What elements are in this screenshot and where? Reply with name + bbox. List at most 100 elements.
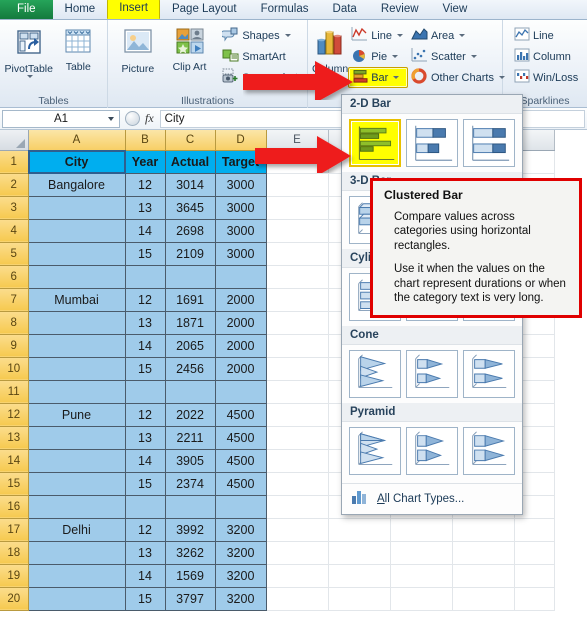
cell-b17[interactable]: 12: [125, 518, 166, 542]
cell-b20[interactable]: 15: [125, 587, 166, 611]
cell-d18[interactable]: 3200: [215, 541, 267, 565]
cell-c15[interactable]: 2374: [165, 472, 216, 496]
cell-e9[interactable]: [266, 334, 329, 358]
cell-g19[interactable]: [390, 564, 453, 588]
scatter-chart-chevron-down-icon[interactable]: [470, 55, 477, 58]
tab-review[interactable]: Review: [369, 0, 431, 19]
shapes-chevron-down-icon[interactable]: [284, 34, 291, 37]
cell-d10[interactable]: 2000: [215, 357, 267, 381]
cell-b3[interactable]: 13: [125, 196, 166, 220]
row-header-15[interactable]: 15: [0, 472, 29, 496]
cell-e4[interactable]: [266, 219, 329, 243]
cell-a14[interactable]: [28, 449, 126, 473]
cell-h17[interactable]: [452, 518, 515, 542]
row-header-12[interactable]: 12: [0, 403, 29, 427]
cell-b8[interactable]: 13: [125, 311, 166, 335]
row-header-16[interactable]: 16: [0, 495, 29, 519]
cell-c16[interactable]: [165, 495, 216, 519]
gallery-item-clustered-cone[interactable]: [349, 350, 401, 398]
cell-c17[interactable]: 3992: [165, 518, 216, 542]
cell-a4[interactable]: [28, 219, 126, 243]
column-header-c[interactable]: C: [165, 130, 216, 151]
cell-g17[interactable]: [390, 518, 453, 542]
cell-e11[interactable]: [266, 380, 329, 404]
tab-insert[interactable]: Insert: [107, 0, 160, 19]
pie-chart-chevron-down-icon[interactable]: [392, 55, 399, 58]
gallery-item-100-stacked-bar[interactable]: [463, 119, 515, 167]
cell-b11[interactable]: [125, 380, 166, 404]
cell-b13[interactable]: 13: [125, 426, 166, 450]
cell-c6[interactable]: [165, 265, 216, 289]
tab-home[interactable]: Home: [53, 0, 108, 19]
pivottable-button[interactable]: PivotTable: [4, 23, 54, 78]
cell-e19[interactable]: [266, 564, 329, 588]
bar-chart-chevron-down-icon[interactable]: [393, 76, 400, 79]
row-header-9[interactable]: 9: [0, 334, 29, 358]
cell-a10[interactable]: [28, 357, 126, 381]
cell-g20[interactable]: [390, 587, 453, 611]
cell-a5[interactable]: [28, 242, 126, 266]
gallery-item-clustered-pyramid[interactable]: [349, 427, 401, 475]
cell-b16[interactable]: [125, 495, 166, 519]
row-header-17[interactable]: 17: [0, 518, 29, 542]
cell-d14[interactable]: 4500: [215, 449, 267, 473]
scatter-chart-button[interactable]: Scatter: [408, 46, 510, 67]
tab-view[interactable]: View: [431, 0, 480, 19]
cell-e16[interactable]: [266, 495, 329, 519]
row-header-10[interactable]: 10: [0, 357, 29, 381]
column-header-a[interactable]: A: [28, 130, 126, 151]
cell-a9[interactable]: [28, 334, 126, 358]
cell-d3[interactable]: 3000: [215, 196, 267, 220]
cell-c9[interactable]: 2065: [165, 334, 216, 358]
cell-d4[interactable]: 3000: [215, 219, 267, 243]
cell-c10[interactable]: 2456: [165, 357, 216, 381]
cell-e2[interactable]: [266, 173, 329, 197]
cell-d20[interactable]: 3200: [215, 587, 267, 611]
clipart-button[interactable]: Clip Art: [164, 23, 216, 73]
cell-f17[interactable]: [328, 518, 391, 542]
cell-b10[interactable]: 15: [125, 357, 166, 381]
cell-a15[interactable]: [28, 472, 126, 496]
cell-i19[interactable]: [514, 564, 555, 588]
gallery-item-stacked-bar[interactable]: [406, 119, 458, 167]
cell-a2[interactable]: Bangalore: [28, 173, 126, 197]
cell-a19[interactable]: [28, 564, 126, 588]
cell-e7[interactable]: [266, 288, 329, 312]
area-chart-chevron-down-icon[interactable]: [459, 34, 466, 37]
cell-c7[interactable]: 1691: [165, 288, 216, 312]
cell-e3[interactable]: [266, 196, 329, 220]
cell-a11[interactable]: [28, 380, 126, 404]
sparkline-winloss-button[interactable]: Win/Loss: [511, 67, 583, 88]
gallery-item-stacked-cone[interactable]: [406, 350, 458, 398]
cell-a8[interactable]: [28, 311, 126, 335]
all-chart-types-menu-item[interactable]: All Chart Types...: [342, 483, 522, 511]
formula-expand-button[interactable]: [125, 111, 140, 126]
cell-c11[interactable]: [165, 380, 216, 404]
line-chart-chevron-down-icon[interactable]: [396, 34, 403, 37]
cell-a16[interactable]: [28, 495, 126, 519]
cell-b19[interactable]: 14: [125, 564, 166, 588]
cell-d17[interactable]: 3200: [215, 518, 267, 542]
tab-page-layout[interactable]: Page Layout: [160, 0, 249, 19]
row-header-20[interactable]: 20: [0, 587, 29, 611]
cell-e10[interactable]: [266, 357, 329, 381]
cell-e20[interactable]: [266, 587, 329, 611]
cell-i17[interactable]: [514, 518, 555, 542]
cell-e13[interactable]: [266, 426, 329, 450]
shapes-button[interactable]: Shapes: [219, 25, 303, 46]
tab-data[interactable]: Data: [321, 0, 369, 19]
gallery-item-100-stacked-cone[interactable]: [463, 350, 515, 398]
cell-e14[interactable]: [266, 449, 329, 473]
column-header-b[interactable]: B: [125, 130, 166, 151]
cell-a7[interactable]: Mumbai: [28, 288, 126, 312]
cell-c2[interactable]: 3014: [165, 173, 216, 197]
cell-e15[interactable]: [266, 472, 329, 496]
cell-d11[interactable]: [215, 380, 267, 404]
row-header-13[interactable]: 13: [0, 426, 29, 450]
cell-b14[interactable]: 14: [125, 449, 166, 473]
cell-b2[interactable]: 12: [125, 173, 166, 197]
cell-c18[interactable]: 3262: [165, 541, 216, 565]
cell-d15[interactable]: 4500: [215, 472, 267, 496]
name-box[interactable]: A1: [2, 109, 120, 128]
cell-d8[interactable]: 2000: [215, 311, 267, 335]
